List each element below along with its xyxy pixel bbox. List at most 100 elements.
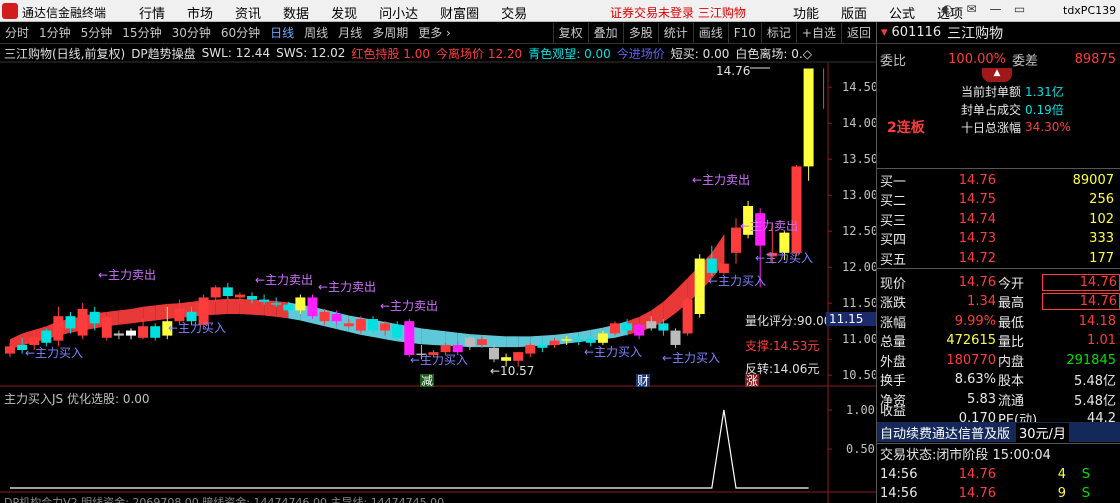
candle-body [295, 297, 306, 311]
restore-icon[interactable]: ▭ [1012, 2, 1027, 17]
tab-monthly[interactable]: 月线 [333, 23, 367, 43]
stat-label: 流通 [998, 393, 1025, 409]
tab-60min[interactable]: 60分钟 [216, 23, 265, 43]
candle-body [307, 297, 318, 317]
seal-amt-value: 1.31亿 [1025, 84, 1064, 99]
message-icon[interactable]: ✉ [964, 2, 979, 17]
trend-band-segment [663, 290, 676, 322]
bid-price: 14.75 [958, 192, 996, 207]
watch-label: 青色观望: 0.00 [528, 45, 611, 62]
tab-weekly[interactable]: 周线 [299, 23, 333, 43]
tab-multi-period[interactable]: 多周期 [367, 23, 413, 43]
y-tick-label: 10.50 [842, 368, 878, 382]
tick-row: 14:56 14.76 4 S [877, 465, 1120, 484]
trend-band-segment [215, 298, 228, 315]
sub-chart-title: 主力买入JS 优化选股: 0.00 [4, 392, 150, 406]
menu-item-news[interactable]: 资讯 [224, 0, 272, 22]
candle-body [670, 330, 681, 345]
menu-bar: 通达信金融终端 行情 市场 资讯 数据 发现 问小达 财富圈 交易 证券交易未登… [0, 0, 1120, 22]
trend-band-segment [143, 305, 156, 322]
stat-value: 5.48亿 [1074, 393, 1116, 409]
stat-value: 14.76 [1042, 273, 1120, 291]
tab-1min[interactable]: 1分钟 [34, 23, 76, 43]
menu-item-layout[interactable]: 版面 [830, 0, 878, 22]
chevron-right-icon: › [446, 25, 451, 40]
candle-body [283, 304, 294, 311]
menu-item-wealth[interactable]: 财富圈 [429, 0, 490, 22]
adjust-button[interactable]: 复权 [552, 22, 588, 43]
sws-label-text: SWS: [276, 46, 308, 60]
stat-row: 涨跌 1.34 最高 14.76 [877, 292, 1120, 312]
bid-volume: 177 [1089, 250, 1114, 266]
stat-value: 14.76 [1042, 293, 1120, 310]
menu-item-data[interactable]: 数据 [272, 0, 320, 22]
y-tick-label: 13.50 [842, 152, 878, 166]
swl-label: SWL: 12.44 [202, 46, 270, 60]
bottom-indicator-row: DP机构合力V2 明线资金: 2069708.00 暗线资金: 14474746… [4, 496, 445, 503]
client-id: tdxPC139 [1063, 4, 1117, 17]
indicator-name[interactable]: DP趋势操盘 [131, 45, 195, 62]
bid-row: 买二 14.75 256 [877, 190, 1120, 210]
minimize-icon[interactable]: — [988, 2, 1003, 17]
back-button[interactable]: 返回 [840, 22, 876, 43]
stat-value: 291845 [1066, 352, 1116, 368]
mark-button[interactable]: 标记 [760, 22, 796, 43]
tick-price: 14.76 [958, 467, 996, 482]
tab-timeshare[interactable]: 分时 [0, 23, 34, 43]
ad-text: 自动续费通达信普及版 [880, 426, 1011, 442]
menu-item-discover[interactable]: 发现 [320, 0, 368, 22]
stock-code: 601116 [891, 25, 942, 40]
f10-button[interactable]: F10 [727, 22, 761, 43]
ten-day-label: 十日总涨幅 [961, 120, 1022, 135]
watch-value: 0.00 [584, 46, 611, 61]
trend-band-segment [566, 332, 579, 344]
stats-button[interactable]: 统计 [657, 22, 693, 43]
add-watchlist-button[interactable]: +自选 [795, 22, 841, 43]
tab-5min[interactable]: 5分钟 [76, 23, 118, 43]
candle-body [29, 337, 40, 345]
candle-body [355, 319, 366, 331]
draw-line-button[interactable]: 画线 [692, 22, 728, 43]
candle-body [646, 321, 657, 329]
skin-icon[interactable]: ◐ [940, 2, 955, 17]
bid-price: 14.76 [958, 172, 996, 188]
buy-signal-label: ←主力买入 [25, 346, 83, 360]
candle-body [513, 352, 524, 361]
tick-volume: 4 [1057, 467, 1066, 482]
tab-15min[interactable]: 15分钟 [117, 23, 166, 43]
watch-label-text: 青色观望: [528, 46, 581, 61]
status-row: 交易状态: 闭市阶段 15:00:04 [877, 443, 1120, 463]
stat-row: 外盘 180770 内盘 291845 [877, 350, 1120, 370]
menu-item-market[interactable]: 市场 [176, 0, 224, 22]
ten-day-value: 34.30% [1025, 120, 1071, 134]
stat-label: 最高 [998, 296, 1025, 311]
menu-item-formula[interactable]: 公式 [878, 0, 926, 22]
tick-time: 14:56 [880, 467, 918, 482]
caret-down-icon: ▾ [881, 25, 888, 40]
overlay-button[interactable]: 叠加 [587, 22, 623, 43]
trend-band-segment [131, 306, 144, 324]
login-notice[interactable]: 证券交易未登录 三江购物 [610, 4, 746, 21]
candle-body [779, 232, 790, 253]
scroll-up-icon[interactable]: ▲ [982, 68, 1012, 82]
tab-daily[interactable]: 日线 [265, 23, 299, 43]
trend-band-segment [506, 336, 519, 348]
tab-30min[interactable]: 30分钟 [167, 23, 216, 43]
candle-body [234, 294, 245, 298]
quote-header: ▾ 601116 三江购物 [877, 22, 1120, 44]
candle-body [791, 166, 802, 253]
tab-more[interactable]: 更多 › [413, 23, 456, 43]
current-price-tag: 11.15 [829, 312, 863, 326]
stat-label: 涨幅 [880, 315, 907, 331]
menu-item-ask[interactable]: 问小达 [368, 0, 429, 22]
y-tick-label: 12.00 [842, 260, 878, 274]
menu-item-function[interactable]: 功能 [782, 0, 830, 22]
candle-body [803, 68, 814, 167]
ad-banner[interactable]: 自动续费通达信普及版 30元/月 [877, 422, 1120, 442]
white-label: 白色离场: 0.◇ [735, 45, 812, 62]
menu-item-quote[interactable]: 行情 [128, 0, 176, 22]
sell-signal-label: ←主力卖出 [255, 273, 313, 287]
app-title: 通达信金融终端 [22, 6, 107, 20]
multi-stock-button[interactable]: 多股 [622, 22, 658, 43]
menu-item-trade[interactable]: 交易 [490, 0, 538, 22]
